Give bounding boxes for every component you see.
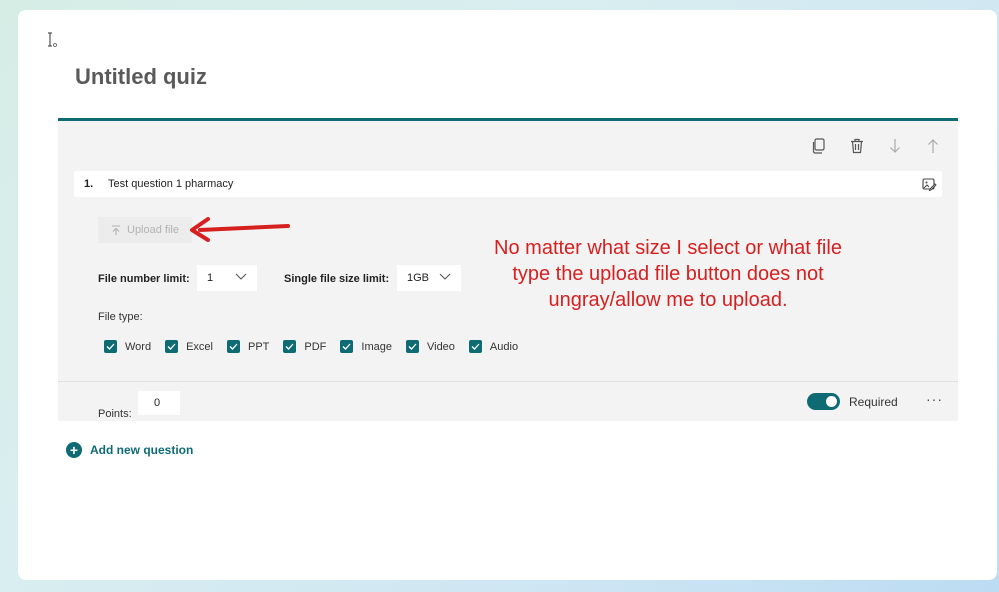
file-type-label-audio: Audio — [489, 340, 519, 353]
annotation-arrow — [190, 217, 290, 242]
card-divider — [58, 381, 958, 382]
add-new-question-label: Add new question — [90, 443, 194, 457]
plus-circle-icon: + — [66, 442, 82, 458]
quiz-page: Untitled quiz 1. Test question 1 pharmac… — [18, 10, 997, 580]
checkbox-checked-icon[interactable] — [405, 340, 419, 353]
required-label: Required — [849, 395, 898, 409]
checkbox-checked-icon[interactable] — [468, 340, 482, 353]
checkbox-checked-icon[interactable] — [340, 340, 354, 353]
edit-media-icon[interactable] — [920, 175, 938, 193]
chevron-down-icon — [235, 273, 247, 280]
question-title-field[interactable]: 1. Test question 1 pharmacy — [74, 171, 942, 197]
single-file-size-select[interactable]: 1GB — [397, 265, 461, 291]
upload-file-label: Upload file — [127, 224, 179, 236]
file-number-limit-select[interactable]: 1 — [197, 265, 257, 291]
move-up-icon[interactable] — [924, 137, 942, 155]
more-options-button[interactable]: ··· — [926, 391, 943, 407]
file-type-label-word: Word — [125, 340, 152, 353]
file-type-label-excel: Excel — [186, 340, 213, 353]
file-type-pdf[interactable]: PDF — [283, 340, 326, 353]
annotation-text: No matter what size I select or what fil… — [494, 237, 842, 311]
upload-file-button[interactable]: Upload file — [98, 217, 192, 243]
delete-icon[interactable] — [848, 137, 866, 155]
points-input[interactable]: 0 — [138, 391, 180, 415]
checkbox-checked-icon[interactable] — [227, 340, 240, 353]
question-number: 1. — [84, 178, 94, 190]
file-type-label-ppt: PPT — [248, 340, 270, 353]
question-text[interactable]: Test question 1 pharmacy — [108, 178, 920, 190]
checkbox-checked-icon[interactable] — [283, 340, 297, 353]
required-toggle[interactable] — [807, 393, 840, 410]
file-type-label: File type: — [98, 311, 143, 323]
file-type-ppt[interactable]: PPT — [227, 340, 269, 353]
file-number-limit-label: File number limit: — [98, 273, 190, 285]
file-number-limit-value: 1 — [207, 272, 214, 284]
upload-icon — [112, 224, 120, 235]
file-type-options: Word Excel PPT PDF Image Video Audio — [104, 340, 532, 353]
text-cursor-icon — [48, 32, 58, 48]
points-label: Points: — [98, 408, 132, 420]
question-card[interactable]: 1. Test question 1 pharmacy Upload file … — [58, 118, 958, 421]
file-type-excel[interactable]: Excel — [165, 340, 213, 353]
file-type-word[interactable]: Word — [104, 340, 151, 353]
chevron-down-icon — [439, 273, 451, 280]
file-type-image[interactable]: Image — [340, 340, 392, 353]
question-toolbar — [810, 137, 942, 155]
toggle-knob — [826, 396, 837, 407]
file-type-label-image: Image — [361, 340, 392, 353]
file-type-video[interactable]: Video — [405, 340, 455, 353]
copy-icon[interactable] — [810, 137, 828, 155]
add-new-question-button[interactable]: + Add new question — [66, 442, 193, 458]
move-down-icon[interactable] — [886, 137, 904, 155]
file-type-label-pdf: PDF — [304, 340, 327, 353]
file-type-audio[interactable]: Audio — [468, 340, 519, 353]
file-type-label-video: Video — [426, 340, 455, 353]
checkbox-checked-icon[interactable] — [104, 340, 117, 353]
quiz-title[interactable]: Untitled quiz — [75, 64, 207, 90]
single-file-size-value: 1GB — [407, 272, 430, 284]
checkbox-checked-icon[interactable] — [165, 340, 179, 353]
single-file-size-label: Single file size limit: — [284, 273, 390, 285]
